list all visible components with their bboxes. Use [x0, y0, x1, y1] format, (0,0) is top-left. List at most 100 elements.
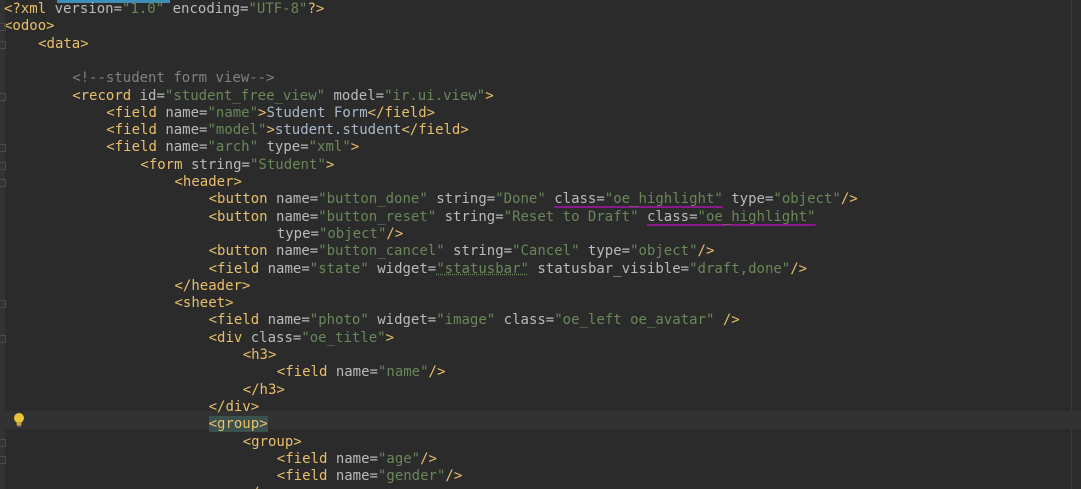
- code-token: string=: [444, 243, 513, 260]
- code-line[interactable]: <field name="name"/>: [4, 364, 446, 381]
- fold-marker-icon[interactable]: [0, 179, 6, 187]
- code-token: "Reset to Draft": [503, 208, 639, 225]
- code-token: type=: [276, 225, 319, 242]
- code-line[interactable]: <field name="gender"/>: [4, 468, 462, 485]
- code-token: name=: [276, 243, 319, 260]
- code-token: "Done": [495, 191, 546, 208]
- fold-marker-icon[interactable]: [0, 300, 6, 309]
- code-token: name=: [267, 260, 310, 277]
- code-token: >: [350, 139, 360, 156]
- code-line[interactable]: <group>: [4, 416, 268, 433]
- fold-marker-icon[interactable]: [0, 144, 6, 153]
- code-token: <sheet>: [174, 295, 234, 312]
- code-token: "object": [318, 225, 387, 242]
- fold-marker-icon[interactable]: [0, 23, 6, 32]
- code-line[interactable]: <button name="button_done" string="Done"…: [4, 191, 858, 208]
- code-token: "name": [377, 364, 429, 381]
- code-line[interactable]: </div>: [4, 398, 260, 416]
- code-token: "button_cancel": [318, 243, 445, 260]
- code-token: name=: [335, 468, 378, 485]
- code-line[interactable]: <field name="name">Student Form</field>: [4, 105, 435, 122]
- code-token: />: [714, 312, 740, 329]
- code-token: "model": [207, 122, 267, 139]
- code-token: name=: [267, 312, 310, 329]
- code-token: "oe_left oe_avatar": [554, 312, 715, 329]
- code-token: <form: [140, 156, 191, 173]
- code-token: "Cancel": [512, 243, 580, 260]
- code-line[interactable]: <field name="photo" widget="image" class…: [4, 312, 740, 329]
- code-token: "photo": [309, 312, 369, 329]
- code-token: <button: [208, 243, 277, 260]
- code-line[interactable]: <field name="age"/>: [4, 451, 437, 468]
- code-token: <field: [106, 122, 166, 139]
- code-line[interactable]: <group>: [4, 434, 302, 451]
- code-editor[interactable]: <?xml version="1.0" encoding="UTF-8"?> <o…: [0, 0, 1081, 489]
- code-line[interactable]: <header>: [4, 174, 242, 191]
- code-token: </header>: [174, 277, 251, 294]
- code-token: type=: [722, 191, 774, 208]
- fold-marker-icon[interactable]: [0, 455, 6, 464]
- code-token: type=: [258, 139, 309, 156]
- code-line[interactable]: type="object"/>: [4, 226, 403, 243]
- fold-marker-icon[interactable]: [0, 161, 6, 170]
- code-token: name=: [276, 191, 319, 208]
- code-token: >: [325, 156, 335, 173]
- code-token: <field: [208, 260, 268, 277]
- code-token: <field: [106, 139, 166, 156]
- code-token: <field: [276, 468, 336, 485]
- code-token: </div>: [208, 398, 260, 415]
- code-line[interactable]: <!--student form view-->: [4, 70, 274, 87]
- code-token: <data>: [38, 35, 89, 52]
- code-token: "draft,done": [689, 260, 791, 277]
- code-line[interactable]: <button name="button_cancel" string="Can…: [4, 243, 715, 260]
- code-token: <button: [208, 208, 277, 225]
- code-line[interactable]: <sheet>: [4, 295, 234, 312]
- code-token: >: [485, 87, 494, 104]
- fold-marker-icon[interactable]: [0, 334, 6, 343]
- code-token: class=: [646, 208, 698, 225]
- code-line[interactable]: </h3>: [4, 382, 285, 399]
- code-token: model=: [325, 87, 385, 104]
- code-token: "oe_highlight": [697, 208, 816, 225]
- code-token: "oe_highlight": [604, 191, 723, 208]
- code-token: widget=: [368, 260, 437, 277]
- code-token: <group>: [208, 416, 268, 433]
- code-line[interactable]: <div class="oe_title">: [4, 330, 394, 347]
- code-line[interactable]: <h3>: [4, 347, 277, 364]
- code-line[interactable]: <record id="student_free_view" model="ir…: [4, 88, 494, 105]
- code-line[interactable]: <field name="arch" type="xml">: [4, 139, 359, 156]
- code-token: type=: [579, 243, 631, 260]
- code-token: "oe_title": [301, 329, 386, 346]
- code-token: ?>: [307, 1, 325, 17]
- code-token: id=: [139, 87, 165, 104]
- code-token: Student Form: [266, 104, 368, 121]
- code-line[interactable]: <form string="Student">: [4, 157, 334, 174]
- fold-marker-icon[interactable]: [0, 92, 6, 101]
- code-token: </h3>: [242, 381, 285, 398]
- code-token: <group>: [242, 433, 302, 450]
- code-token: <field: [276, 450, 336, 467]
- code-token: </group>: [243, 485, 310, 489]
- code-line[interactable]: <field name="model">student.student</fie…: [4, 122, 469, 139]
- code-token: string=: [436, 208, 504, 225]
- code-token: widget=: [368, 312, 437, 329]
- fold-marker-icon[interactable]: [0, 40, 6, 49]
- code-line[interactable]: <odoo>: [4, 18, 55, 35]
- code-token: </field>: [401, 122, 469, 139]
- code-token: student.student: [274, 122, 402, 139]
- code-token: >: [385, 329, 395, 346]
- fold-marker-icon[interactable]: [0, 438, 6, 447]
- code-token: encoding=: [164, 1, 249, 17]
- code-token: class=: [495, 312, 555, 329]
- code-line[interactable]: <button name="button_reset" string="Rese…: [4, 209, 816, 226]
- code-line[interactable]: <data>: [4, 36, 89, 53]
- code-token: "button_reset": [318, 208, 437, 225]
- code-line[interactable]: <field name="state" widget="statusbar" s…: [4, 260, 808, 278]
- code-line[interactable]: </header>: [4, 277, 251, 295]
- code-token: <?xml: [4, 1, 55, 17]
- code-token: "xml": [308, 139, 351, 156]
- code-line[interactable]: <?xml version="1.0" encoding="UTF-8"?>: [4, 1, 324, 18]
- code-line[interactable]: </group>: [4, 485, 310, 489]
